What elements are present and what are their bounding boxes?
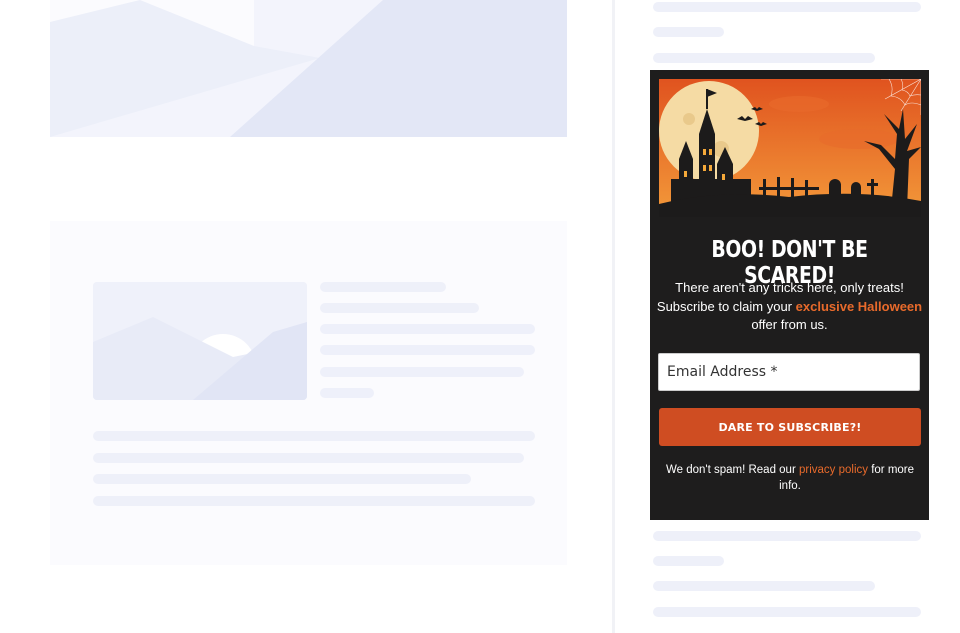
skeleton-line [320,345,535,355]
hero-image-placeholder [50,0,567,137]
skeleton-line [93,474,471,484]
privacy-notice-prefix: We don't spam! Read our [665,464,799,476]
skeleton-line [653,607,921,617]
halloween-subscribe-popup: BOO! DON'T BE SCARED! There aren't any t… [650,70,929,520]
loading-card [50,221,567,565]
skeleton-line [93,496,535,506]
skeleton-line [653,556,724,566]
skeleton-line [653,27,724,37]
skeleton-line [653,53,875,63]
privacy-notice: We don't spam! Read our privacy policy f… [660,462,920,494]
column-divider [612,0,615,633]
haunted-castle-icon [659,79,921,217]
card-image-placeholder [93,282,307,400]
email-field-placeholder: Email Address * [667,364,778,380]
skeleton-line [320,324,535,334]
image-placeholder-icon [93,282,307,400]
skeleton-line [93,431,535,441]
email-field[interactable]: Email Address * [658,353,920,391]
privacy-policy-link[interactable]: privacy policy [799,464,868,476]
subscribe-button[interactable]: DARE TO SUBSCRIBE?! [659,408,921,446]
popup-body-text: There aren't any tricks here, only treat… [654,279,925,335]
skeleton-line [93,453,524,463]
body-text-suffix: offer from us. [751,317,828,333]
skeleton-line [320,303,479,313]
skeleton-line [653,581,875,591]
skeleton-line [320,367,524,377]
skeleton-line [653,2,921,12]
skeleton-line [320,388,374,398]
body-text-highlight: exclusive Halloween [795,298,923,314]
halloween-banner-image [659,79,921,217]
image-placeholder-icon [50,0,567,137]
skeleton-line [320,282,446,292]
skeleton-line [653,531,921,541]
